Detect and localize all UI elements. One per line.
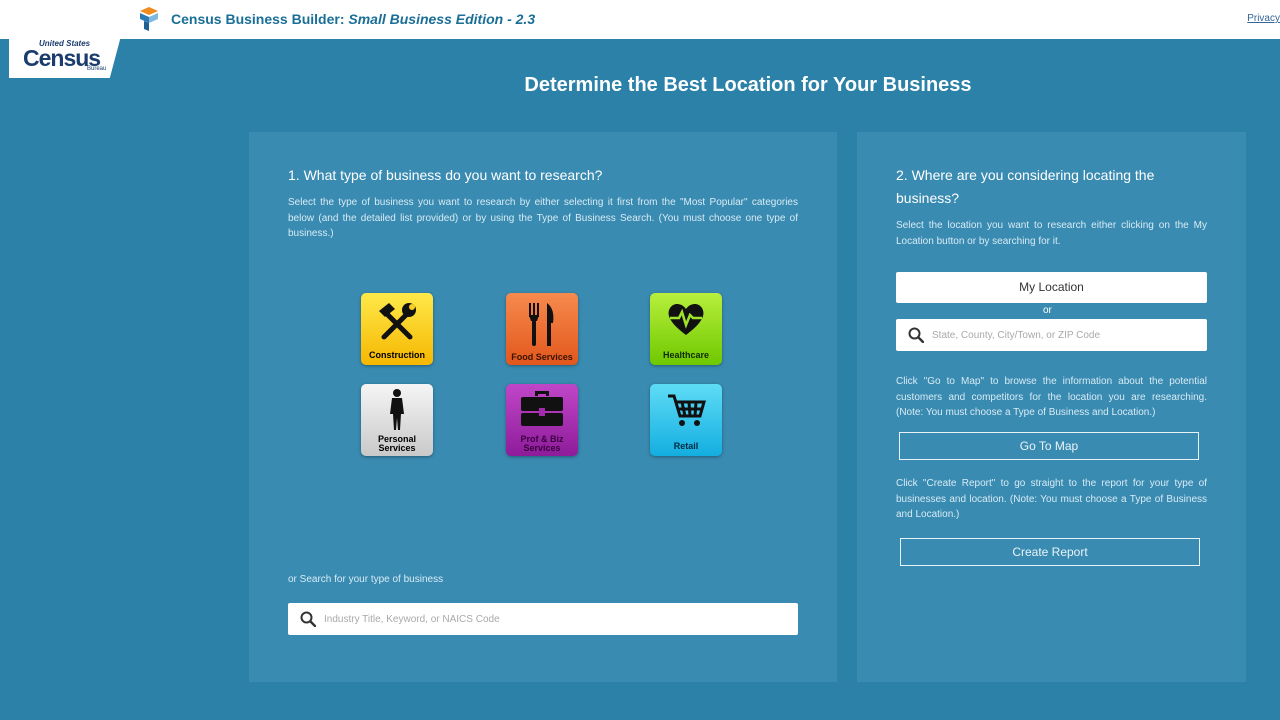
category-label: Food Services [511,352,573,362]
heart-pulse-icon [668,303,704,335]
step2-heading: 2. Where are you considering locating th… [896,167,1155,206]
census-bureau-logo[interactable]: United States Census Bureau [9,36,121,78]
go-to-map-button[interactable]: Go To Map [899,432,1199,460]
category-prof-biz-services[interactable]: Prof & Biz Services [506,384,578,456]
briefcase-icon [521,391,563,426]
category-construction[interactable]: Construction [361,293,433,365]
or-separator: or [1043,305,1052,316]
business-search-box[interactable] [288,603,798,635]
business-search-input[interactable] [324,603,784,635]
category-food-services[interactable]: Food Services [506,293,578,365]
tools-icon [379,303,416,340]
person-icon [390,389,404,430]
step2-description: Select the location you want to research… [896,220,1207,247]
category-retail[interactable]: Retail [650,384,722,456]
app-title-edition: Small Business Edition - 2.3 [348,11,536,27]
map-description: Click "Go to Map" to browse the informat… [896,376,1207,418]
census-logo-line3: Bureau [87,66,107,72]
step1-description: Select the type of business you want to … [288,197,798,239]
my-location-button[interactable]: My Location [896,272,1207,303]
category-healthcare[interactable]: Healthcare [650,293,722,365]
category-label: Prof & Biz Services [520,434,564,453]
privacy-link[interactable]: Privacy [1247,13,1280,24]
page-title: Determine the Best Location for Your Bus… [524,74,972,96]
category-label: Retail [673,441,699,451]
fork-knife-icon [529,303,554,346]
cart-icon [668,394,706,426]
top-header-bar: Census Business Builder: Small Business … [0,0,1280,39]
category-label: Personal Services [377,434,417,453]
step1-heading: 1. What type of business do you want to … [288,167,603,183]
search-icon [908,327,924,343]
create-report-button[interactable]: Create Report [900,538,1200,566]
business-search-label: or Search for your type of business [288,574,444,585]
category-label: Healthcare [662,350,710,360]
category-personal-services[interactable]: Personal Services [361,384,433,456]
census-business-builder-logo-icon [140,7,158,31]
app-title: Census Business Builder: Small Business … [171,11,535,27]
location-search-input[interactable] [932,319,1197,351]
app-title-main: Census Business Builder: [171,11,349,27]
report-description: Click "Create Report" to go straight to … [896,478,1207,520]
search-icon [300,611,316,627]
location-search-box[interactable] [896,319,1207,351]
category-label: Construction [369,350,425,360]
